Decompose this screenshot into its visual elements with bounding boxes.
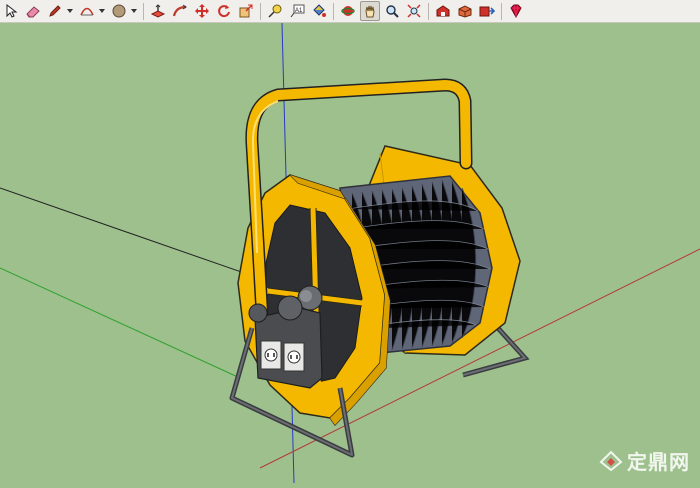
arrow-icon — [6, 4, 18, 18]
orbit-icon — [341, 6, 355, 16]
chevron-down-icon — [99, 9, 105, 13]
toolbar-separator — [333, 2, 334, 20]
main-toolbar: A1 — [0, 0, 700, 23]
arc-dropdown[interactable] — [98, 1, 106, 21]
zoom-icon — [386, 5, 399, 18]
paint-bucket-tool-button[interactable] — [309, 1, 329, 21]
watermark: 定鼎网 — [599, 446, 690, 475]
tape-measure-tool-button[interactable] — [265, 1, 285, 21]
ruby-console-tool-button[interactable] — [506, 1, 526, 21]
toolbar-separator — [260, 2, 261, 20]
follow-me-tool-button[interactable] — [170, 1, 190, 21]
follow-me-icon — [172, 4, 187, 17]
share-model-icon — [458, 5, 472, 18]
zoom-tool-button[interactable] — [382, 1, 402, 21]
text-icon: A1 — [290, 4, 305, 18]
shape-dropdown[interactable] — [130, 1, 138, 21]
extension-warehouse-tool-button[interactable] — [477, 1, 497, 21]
eraser-tool-button[interactable] — [23, 1, 43, 21]
push-pull-icon — [150, 4, 166, 18]
black-axis — [0, 187, 271, 283]
watermark-text: 定鼎网 — [627, 450, 690, 474]
warehouse-icon — [436, 5, 450, 17]
zoom-extents-icon — [407, 4, 421, 18]
scale-icon — [239, 4, 253, 18]
move-tool-button[interactable] — [192, 1, 212, 21]
paint-bucket-icon — [313, 4, 326, 17]
extension-icon — [479, 6, 495, 17]
scale-tool-button[interactable] — [236, 1, 256, 21]
zoom-extents-tool-button[interactable] — [404, 1, 424, 21]
pan-tool-button[interactable] — [360, 1, 380, 21]
shape-tool-button[interactable] — [109, 1, 129, 21]
toolbar-separator — [428, 2, 429, 20]
ruby-icon — [510, 4, 522, 18]
green-axis — [0, 267, 241, 379]
scene-canvas — [0, 22, 700, 484]
rotate-icon — [218, 5, 230, 18]
svg-text:A1: A1 — [295, 8, 303, 14]
model-viewport[interactable]: 定鼎网 — [0, 22, 700, 484]
orbit-tool-button[interactable] — [338, 1, 358, 21]
chevron-down-icon — [67, 9, 73, 13]
pencil-icon — [49, 5, 61, 17]
tape-measure-icon — [268, 4, 282, 18]
circle-icon — [112, 4, 126, 18]
select-tool-button[interactable] — [1, 1, 21, 21]
share-model-tool-button[interactable] — [455, 1, 475, 21]
arc-icon — [80, 7, 94, 16]
pencil-tool-button[interactable] — [45, 1, 65, 21]
pan-icon — [365, 5, 375, 18]
watermark-logo-icon — [599, 450, 623, 471]
pencil-dropdown[interactable] — [66, 1, 74, 21]
eraser-icon — [26, 6, 40, 18]
text-tool-button[interactable]: A1 — [287, 1, 307, 21]
rotate-tool-button[interactable] — [214, 1, 234, 21]
arc-tool-button[interactable] — [77, 1, 97, 21]
toolbar-separator — [143, 2, 144, 20]
warehouse-tool-button[interactable] — [433, 1, 453, 21]
chevron-down-icon — [131, 9, 137, 13]
toolbar-separator — [501, 2, 502, 20]
move-icon — [195, 4, 209, 18]
push-pull-tool-button[interactable] — [148, 1, 168, 21]
